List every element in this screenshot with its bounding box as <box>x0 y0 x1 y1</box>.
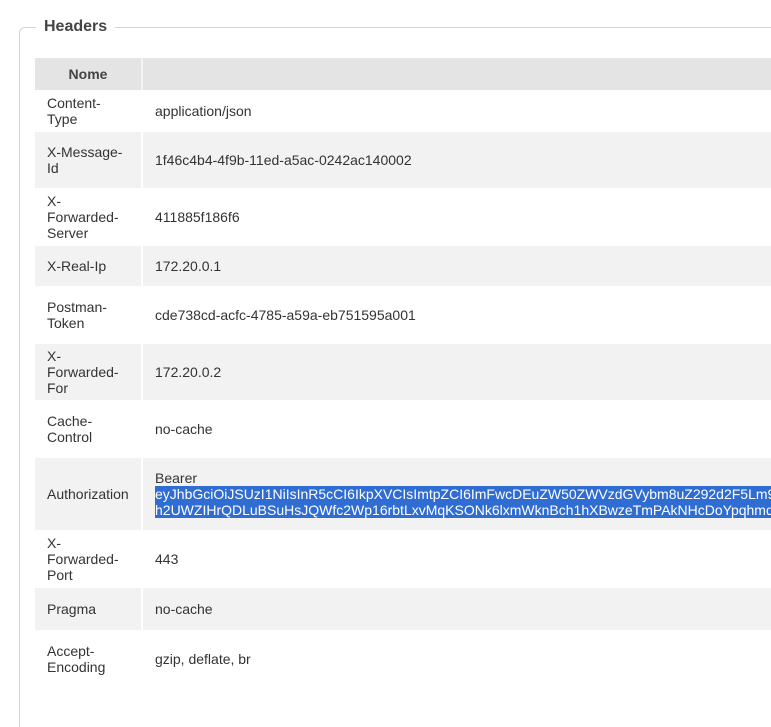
auth-scheme: Bearer <box>155 470 198 486</box>
table-row: X-Forwarded-Port 443 <box>35 530 771 588</box>
table-row: Authorization Bearer eyJhbGciOiJSUzI1NiI… <box>35 458 771 530</box>
header-name: X-Message-Id <box>35 132 143 188</box>
header-value: no-cache <box>143 588 771 630</box>
headers-table: Nome Content-Type application/json X-Mes… <box>35 58 771 688</box>
table-row: Cache-Control no-cache <box>35 400 771 458</box>
header-value: 172.20.0.2 <box>143 344 771 400</box>
header-value: no-cache <box>143 400 771 458</box>
header-name: Postman-Token <box>35 286 143 344</box>
table-row: X-Forwarded-For 172.20.0.2 <box>35 344 771 400</box>
header-name: X-Forwarded-For <box>35 344 143 400</box>
headers-legend: Headers <box>36 15 116 39</box>
header-value: application/json <box>143 90 771 132</box>
column-header-name[interactable]: Nome <box>35 58 143 90</box>
header-name: Authorization <box>35 458 143 530</box>
header-name: X-Forwarded-Server <box>35 188 143 246</box>
table-header-row: Nome <box>35 58 771 90</box>
table-row: Pragma no-cache <box>35 588 771 630</box>
table-row: Postman-Token cde738cd-acfc-4785-a59a-eb… <box>35 286 771 344</box>
table-row: X-Forwarded-Server 411885f186f6 <box>35 188 771 246</box>
header-value: 1f46c4b4-4f9b-11ed-a5ac-0242ac140002 <box>143 132 771 188</box>
headers-table-container: Nome Content-Type application/json X-Mes… <box>35 58 771 688</box>
header-name: Content-Type <box>35 90 143 132</box>
header-value: cde738cd-acfc-4785-a59a-eb751595a001 <box>143 286 771 344</box>
selected-token-line-1[interactable]: eyJhbGciOiJSUzI1NiIsInR5cCI6IkpXVCIsImtp… <box>155 486 771 502</box>
table-row: X-Real-Ip 172.20.0.1 <box>35 246 771 286</box>
header-name: Cache-Control <box>35 400 143 458</box>
header-value: Bearer eyJhbGciOiJSUzI1NiIsInR5cCI6IkpXV… <box>143 458 771 530</box>
header-name: Pragma <box>35 588 143 630</box>
header-value: 443 <box>143 530 771 588</box>
table-row: Content-Type application/json <box>35 90 771 132</box>
table-row: X-Message-Id 1f46c4b4-4f9b-11ed-a5ac-024… <box>35 132 771 188</box>
header-value: gzip, deflate, br <box>143 630 771 688</box>
column-header-value[interactable] <box>143 58 771 90</box>
header-value: 411885f186f6 <box>143 188 771 246</box>
header-name: X-Real-Ip <box>35 246 143 286</box>
header-name: Accept-Encoding <box>35 630 143 688</box>
table-row: Accept-Encoding gzip, deflate, br <box>35 630 771 688</box>
header-value: 172.20.0.1 <box>143 246 771 286</box>
selected-token-line-2[interactable]: h2UWZIHrQDLuBSuHsJQWfc2Wp16rbtLxvMqKSONk… <box>155 502 771 518</box>
header-name: X-Forwarded-Port <box>35 530 143 588</box>
